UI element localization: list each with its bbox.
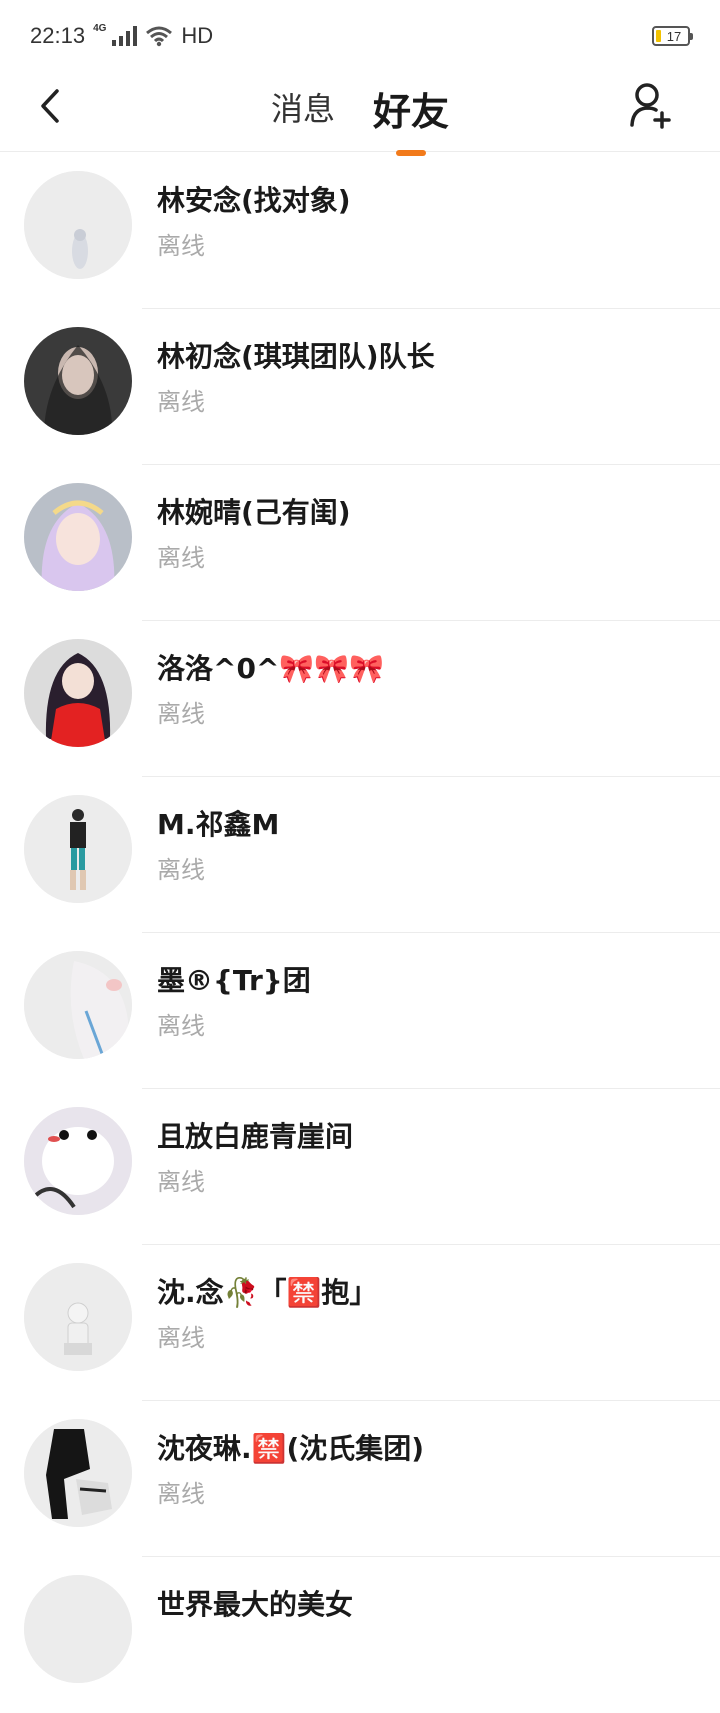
- status-left: 22:13 4G HD: [30, 23, 213, 49]
- avatar[interactable]: [24, 951, 132, 1059]
- friend-item[interactable]: 沈.念🥀「🈲抱」 离线: [0, 1245, 720, 1401]
- friend-name: 林婉晴(己有闺): [157, 496, 351, 529]
- avatar[interactable]: [24, 1107, 132, 1215]
- friend-item[interactable]: 且放白鹿青崖间 离线: [0, 1089, 720, 1245]
- add-friend-button[interactable]: [626, 80, 676, 130]
- tab-messages[interactable]: 消息: [269, 84, 337, 130]
- friend-item[interactable]: 林婉晴(己有闺) 离线: [0, 465, 720, 621]
- friend-name: 林安念(找对象): [157, 184, 351, 217]
- avatar[interactable]: [24, 1575, 132, 1683]
- avatar[interactable]: [24, 795, 132, 903]
- hd-label: HD: [181, 23, 214, 48]
- friend-status: 离线: [157, 1168, 205, 1196]
- friend-name: 沈夜琳.🈲(沈氏集团): [157, 1432, 425, 1465]
- friend-item[interactable]: 林初念(琪琪团队)队长 离线: [0, 309, 720, 465]
- friend-status: 离线: [157, 544, 205, 572]
- avatar[interactable]: [24, 1419, 132, 1527]
- tab-friends[interactable]: 好友: [371, 81, 451, 136]
- friend-item[interactable]: 墨®{Tr}团 离线: [0, 933, 720, 1089]
- status-time: 22:13: [30, 23, 86, 48]
- friend-status: 离线: [157, 856, 205, 884]
- friend-status: 离线: [157, 1480, 205, 1508]
- battery-level: 17: [666, 28, 682, 44]
- friend-name: 墨®{Tr}团: [157, 964, 311, 997]
- friend-name: 沈.念🥀「🈲抱」: [157, 1276, 378, 1309]
- battery-icon: 17: [652, 26, 693, 46]
- nav-bar: 消息 好友: [0, 72, 720, 152]
- friend-status: 离线: [157, 232, 205, 260]
- friend-name: M.祁鑫M: [157, 808, 280, 841]
- network-type-label: 4G: [93, 23, 107, 34]
- tab-bar: 消息 好友: [0, 72, 720, 152]
- friend-info: M.祁鑫M 离线: [157, 807, 700, 885]
- avatar[interactable]: [24, 171, 132, 279]
- friend-status: 离线: [157, 1324, 205, 1352]
- friend-status: 离线: [157, 700, 205, 728]
- avatar[interactable]: [24, 327, 132, 435]
- avatar[interactable]: [24, 1263, 132, 1371]
- friend-name: 世界最大的美女: [157, 1588, 354, 1621]
- avatar[interactable]: [24, 483, 132, 591]
- friend-item[interactable]: M.祁鑫M 离线: [0, 777, 720, 933]
- friend-item[interactable]: 世界最大的美女: [0, 1557, 720, 1713]
- avatar[interactable]: [24, 639, 132, 747]
- friend-info: 沈夜琳.🈲(沈氏集团) 离线: [157, 1431, 700, 1509]
- friend-info: 且放白鹿青崖间 离线: [157, 1119, 700, 1197]
- friend-item[interactable]: 洛洛^0^🎀🎀🎀 离线: [0, 621, 720, 777]
- friend-info: 沈.念🥀「🈲抱」 离线: [157, 1275, 700, 1353]
- friend-name: 洛洛^0^🎀🎀🎀: [157, 652, 384, 685]
- wifi-icon: [146, 26, 173, 47]
- friend-info: 世界最大的美女: [157, 1587, 700, 1635]
- friend-item[interactable]: 沈夜琳.🈲(沈氏集团) 离线: [0, 1401, 720, 1557]
- friend-item[interactable]: 林安念(找对象) 离线: [0, 153, 720, 309]
- friend-list: 林安念(找对象) 离线 林初念(琪琪团队)队长 离线 林婉晴(己有闺) 离线 洛…: [0, 153, 720, 1713]
- friend-info: 洛洛^0^🎀🎀🎀 离线: [157, 651, 700, 729]
- cellular-signal-icon: [112, 26, 138, 46]
- friend-info: 林安念(找对象) 离线: [157, 183, 700, 261]
- status-bar: 22:13 4G HD 17: [0, 0, 720, 72]
- friend-status: 离线: [157, 388, 205, 416]
- add-user-icon: [630, 83, 671, 129]
- friend-name: 且放白鹿青崖间: [157, 1120, 354, 1153]
- friend-info: 林初念(琪琪团队)队长 离线: [157, 339, 700, 417]
- friend-info: 墨®{Tr}团 离线: [157, 963, 700, 1041]
- friend-status: 离线: [157, 1012, 205, 1040]
- friend-info: 林婉晴(己有闺) 离线: [157, 495, 700, 573]
- friend-name: 林初念(琪琪团队)队长: [157, 340, 435, 373]
